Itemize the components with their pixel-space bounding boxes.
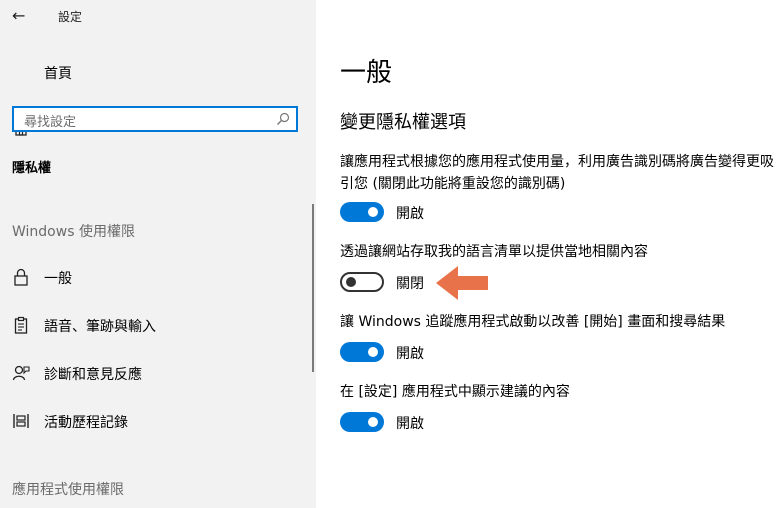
section-subtitle: 變更隱私權選項 (340, 112, 466, 133)
option-description: 透過讓網站存取我的語言清單以提供當地相關內容 (340, 244, 648, 260)
clipboard-icon (14, 316, 28, 334)
section-heading-windows: Windows 使用權限 (12, 224, 135, 240)
home-label: 首頁 (44, 66, 72, 82)
timeline-icon (13, 414, 29, 428)
feedback-icon (12, 365, 30, 381)
sidebar-item-diagnostics[interactable]: 診斷和意見反應 (0, 355, 316, 391)
toggle-switch[interactable] (340, 342, 384, 362)
sidebar-item-label: 活動歷程記錄 (44, 415, 128, 431)
sidebar-item-speech[interactable]: 語音、筆跡與輸入 (0, 307, 316, 343)
sidebar-item-label: 語音、筆跡與輸入 (44, 319, 156, 335)
search-placeholder: 尋找設定 (24, 115, 77, 130)
window-title: 設定 (58, 10, 83, 24)
toggle-state-label: 開啟 (396, 346, 424, 362)
arrow-annotation-icon (436, 266, 488, 300)
option-description: 在 [設定] 應用程式中顯示建議的內容 (340, 384, 570, 400)
sidebar-item-label: 一般 (44, 271, 72, 287)
section-heading-apps: 應用程式使用權限 (12, 482, 124, 498)
main-content: 一般 變更隱私權選項 讓應用程式根據您的應用程式使用量，利用廣告識別碼將廣告變得… (316, 0, 780, 508)
search-input[interactable]: 尋找設定 (12, 106, 298, 132)
home-nav-item[interactable]: 首頁 (0, 56, 316, 136)
option-description: 讓應用程式根據您的應用程式使用量，利用廣告識別碼將廣告變得更吸引您 (關閉此功能… (340, 154, 774, 192)
page-title: 一般 (340, 58, 393, 88)
sidebar-item-general[interactable]: 一般 (0, 259, 316, 295)
toggle-state-label: 開啟 (396, 206, 424, 222)
lock-icon (14, 268, 28, 286)
sidebar-item-label: 診斷和意見反應 (44, 367, 142, 383)
toggle-switch[interactable] (340, 272, 384, 292)
back-button[interactable]: ← (12, 4, 32, 28)
option-description: 讓 Windows 追蹤應用程式啟動以改善 [開始] 畫面和搜尋結果 (340, 314, 726, 330)
toggle-switch[interactable] (340, 202, 384, 222)
scrollbar[interactable] (312, 204, 314, 372)
sidebar-item-activity[interactable]: 活動歷程記錄 (0, 403, 316, 439)
search-icon (277, 112, 290, 125)
toggle-switch[interactable] (340, 412, 384, 432)
toggle-state-label: 開啟 (396, 416, 424, 432)
category-heading: 隱私權 (12, 161, 52, 176)
sidebar: ← 設定 首頁 尋找設定 隱私權 Windows 使用權限 一般 語音、筆跡與輸… (0, 0, 316, 508)
toggle-state-label: 關閉 (396, 276, 424, 292)
